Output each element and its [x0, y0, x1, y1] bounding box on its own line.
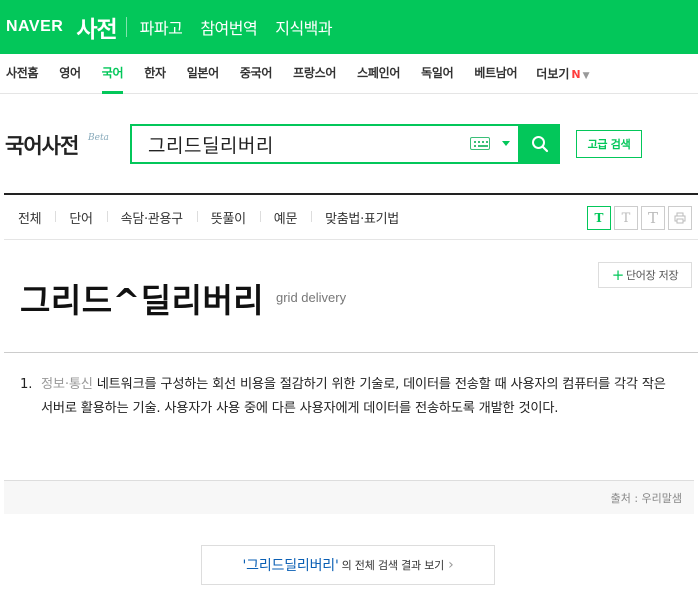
- search-icon: [532, 136, 549, 153]
- nav-item-german[interactable]: 독일어: [421, 54, 454, 94]
- nav-item-korean[interactable]: 국어: [101, 54, 124, 94]
- keyboard-icon[interactable]: [470, 137, 490, 150]
- full-search-query: '그리드딜리버리': [242, 558, 339, 574]
- nav-item-english[interactable]: 영어: [59, 54, 81, 94]
- search-input[interactable]: [148, 133, 458, 155]
- nav-more-button[interactable]: 더보기 N ▼: [536, 65, 589, 82]
- divider: [4, 352, 698, 353]
- tab-spelling[interactable]: 맞춤법·표기법: [311, 208, 413, 227]
- save-label: 단어장 저장: [625, 269, 679, 282]
- more-label: 더보기: [536, 67, 570, 81]
- plus-icon: +: [611, 265, 625, 284]
- tab-idiom[interactable]: 속담·관용구: [106, 208, 197, 227]
- font-small-button[interactable]: T: [587, 206, 611, 230]
- service-title[interactable]: 사전: [76, 10, 117, 44]
- divider: [4, 193, 698, 195]
- font-large-button[interactable]: T: [641, 206, 665, 230]
- print-button[interactable]: [668, 206, 692, 230]
- font-size-controls: T T T: [584, 206, 692, 230]
- dictionary-title[interactable]: 국어사전: [5, 130, 79, 160]
- top-bar: NAVER 사전 파파고 참여번역 지식백과: [0, 0, 698, 54]
- tab-all[interactable]: 전체: [4, 208, 55, 227]
- font-medium-button[interactable]: T: [614, 206, 638, 230]
- full-search-suffix: 의 전체 검색 결과 보기: [341, 559, 445, 572]
- chevron-down-icon: ▼: [582, 71, 590, 81]
- new-badge: N: [571, 68, 581, 81]
- nav-item-vietnamese[interactable]: 베트남어: [474, 54, 517, 94]
- divider: [125, 17, 127, 37]
- naver-logo[interactable]: NAVER: [6, 18, 63, 36]
- chevron-down-icon[interactable]: [502, 141, 510, 146]
- nav-item-japanese[interactable]: 일본어: [187, 54, 220, 94]
- nav-item-home[interactable]: 사전홈: [6, 54, 39, 94]
- nav-item-chinese[interactable]: 중국어: [240, 54, 273, 94]
- save-to-wordbook-button[interactable]: + 단어장 저장: [598, 262, 692, 288]
- definition-text: 네트워크를 구성하는 회선 비용을 절감하기 위한 기술로, 데이터를 전송할 …: [41, 377, 666, 416]
- chevron-right-icon: ›: [448, 557, 454, 573]
- tab-meaning[interactable]: 뜻풀이: [196, 208, 260, 227]
- top-nav-encyclopedia[interactable]: 지식백과: [275, 15, 332, 39]
- top-nav: 파파고 참여번역 지식백과: [140, 15, 350, 39]
- beta-label: Beta: [88, 133, 109, 143]
- tab-example[interactable]: 예문: [259, 208, 311, 227]
- dictionary-nav: 사전홈 영어 국어 한자 일본어 중국어 프랑스어 스페인어 독일어 베트남어 …: [0, 54, 698, 94]
- filter-tabs: 전체 단어 속담·관용구 뜻풀이 예문 맞춤법·표기법 T T T: [4, 196, 698, 240]
- tab-word[interactable]: 단어: [55, 208, 106, 227]
- search-box: [130, 124, 520, 164]
- definition-item: 1. 정보·통신 네트워크를 구성하는 회선 비용을 절감하기 위한 기술로, …: [20, 373, 692, 421]
- nav-item-french[interactable]: 프랑스어: [293, 54, 336, 94]
- entry-headword: 그리드^딜리버리: [20, 281, 265, 320]
- full-search-link[interactable]: '그리드딜리버리' 의 전체 검색 결과 보기 ›: [201, 545, 495, 585]
- nav-item-hanja[interactable]: 한자: [144, 54, 166, 94]
- print-icon: [674, 212, 686, 224]
- source-bar: 출처 : 우리말샘: [4, 480, 694, 514]
- top-nav-papago[interactable]: 파파고: [140, 15, 183, 39]
- top-nav-translation[interactable]: 참여번역: [200, 15, 257, 39]
- definition-number: 1.: [20, 377, 33, 392]
- nav-item-spanish[interactable]: 스페인어: [357, 54, 400, 94]
- search-button[interactable]: [520, 124, 560, 164]
- definition-category[interactable]: 정보·통신: [41, 377, 93, 392]
- entry-origin: grid delivery: [276, 290, 347, 305]
- advanced-search-button[interactable]: 고급 검색: [576, 130, 642, 158]
- source-label[interactable]: 출처 : 우리말샘: [611, 490, 682, 506]
